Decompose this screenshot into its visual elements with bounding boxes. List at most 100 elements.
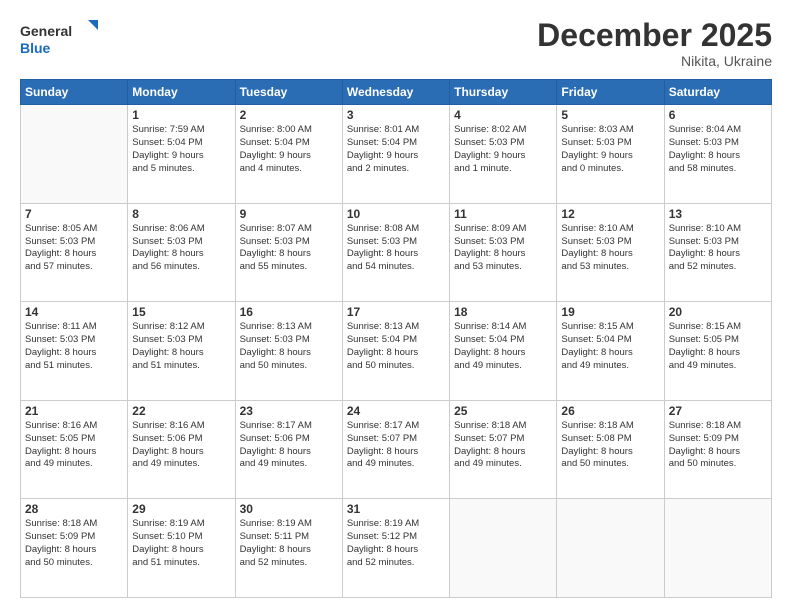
calendar-table: SundayMondayTuesdayWednesdayThursdayFrid…: [20, 79, 772, 598]
day-info: Sunrise: 8:01 AMSunset: 5:04 PMDaylight:…: [347, 124, 445, 175]
day-info: Sunrise: 8:18 AMSunset: 5:09 PMDaylight:…: [25, 518, 123, 569]
calendar-header-row: SundayMondayTuesdayWednesdayThursdayFrid…: [21, 80, 772, 105]
day-info: Sunrise: 8:14 AMSunset: 5:04 PMDaylight:…: [454, 321, 552, 372]
calendar-cell: 5Sunrise: 8:03 AMSunset: 5:03 PMDaylight…: [557, 105, 664, 204]
week-row-0: 1 Sunrise: 7:59 AMSunset: 5:04 PMDaylight…: [21, 105, 772, 204]
day-info: Sunrise: 8:15 AMSunset: 5:05 PMDaylight:…: [669, 321, 767, 372]
calendar-cell: 15 Sunrise: 8:12 AMSunset: 5:03 PMDayligh…: [128, 302, 235, 401]
day-info: Sunrise: 8:09 AMSunset: 5:03 PMDaylight:…: [454, 223, 552, 274]
calendar-cell: 14 Sunrise: 8:11 AMSunset: 5:03 PMDayligh…: [21, 302, 128, 401]
calendar-cell: 4 Sunrise: 8:02 AMSunset: 5:03 PMDaylight…: [450, 105, 557, 204]
calendar-cell: 8 Sunrise: 8:06 AMSunset: 5:03 PMDaylight…: [128, 203, 235, 302]
day-info: Sunrise: 8:13 AMSunset: 5:03 PMDaylight:…: [240, 321, 338, 372]
day-info: Sunrise: 8:18 AMSunset: 5:09 PMDaylight:…: [669, 420, 767, 471]
day-number: 13: [669, 207, 767, 221]
day-number: 24: [347, 404, 445, 418]
day-info: Sunrise: 8:16 AMSunset: 5:06 PMDaylight:…: [132, 420, 230, 471]
calendar-cell: 20Sunrise: 8:15 AMSunset: 5:05 PMDayligh…: [664, 302, 771, 401]
day-number: 31: [347, 502, 445, 516]
day-number: 23: [240, 404, 338, 418]
calendar-cell: 7Sunrise: 8:05 AMSunset: 5:03 PMDaylight…: [21, 203, 128, 302]
day-number: 3: [347, 108, 445, 122]
col-header-thursday: Thursday: [450, 80, 557, 105]
logo-svg: General Blue: [20, 18, 100, 62]
calendar-cell: [450, 499, 557, 598]
calendar-cell: [664, 499, 771, 598]
day-info: Sunrise: 7:59 AMSunset: 5:04 PMDaylight:…: [132, 124, 230, 175]
day-number: 1: [132, 108, 230, 122]
day-number: 27: [669, 404, 767, 418]
calendar-cell: 18 Sunrise: 8:14 AMSunset: 5:04 PMDayligh…: [450, 302, 557, 401]
col-header-sunday: Sunday: [21, 80, 128, 105]
calendar-cell: 23 Sunrise: 8:17 AMSunset: 5:06 PMDayligh…: [235, 400, 342, 499]
day-number: 30: [240, 502, 338, 516]
calendar-cell: 26 Sunrise: 8:18 AMSunset: 5:08 PMDayligh…: [557, 400, 664, 499]
day-number: 7: [25, 207, 123, 221]
day-info: Sunrise: 8:17 AMSunset: 5:06 PMDaylight:…: [240, 420, 338, 471]
day-info: Sunrise: 8:00 AMSunset: 5:04 PMDaylight:…: [240, 124, 338, 175]
calendar-cell: 28 Sunrise: 8:18 AMSunset: 5:09 PMDayligh…: [21, 499, 128, 598]
day-number: 21: [25, 404, 123, 418]
day-number: 14: [25, 305, 123, 319]
day-info: Sunrise: 8:19 AMSunset: 5:10 PMDaylight:…: [132, 518, 230, 569]
col-header-saturday: Saturday: [664, 80, 771, 105]
day-info: Sunrise: 8:04 AMSunset: 5:03 PMDaylight:…: [669, 124, 767, 175]
calendar-cell: 17Sunrise: 8:13 AMSunset: 5:04 PMDayligh…: [342, 302, 449, 401]
day-info: Sunrise: 8:19 AMSunset: 5:12 PMDaylight:…: [347, 518, 445, 569]
day-number: 15: [132, 305, 230, 319]
calendar-cell: 21Sunrise: 8:16 AMSunset: 5:05 PMDayligh…: [21, 400, 128, 499]
day-info: Sunrise: 8:11 AMSunset: 5:03 PMDaylight:…: [25, 321, 123, 372]
calendar-cell: 29 Sunrise: 8:19 AMSunset: 5:10 PMDayligh…: [128, 499, 235, 598]
calendar-cell: 2 Sunrise: 8:00 AMSunset: 5:04 PMDaylight…: [235, 105, 342, 204]
calendar-cell: 12 Sunrise: 8:10 AMSunset: 5:03 PMDayligh…: [557, 203, 664, 302]
day-info: Sunrise: 8:13 AMSunset: 5:04 PMDaylight:…: [347, 321, 445, 372]
day-info: Sunrise: 8:02 AMSunset: 5:03 PMDaylight:…: [454, 124, 552, 175]
calendar-cell: 11 Sunrise: 8:09 AMSunset: 5:03 PMDayligh…: [450, 203, 557, 302]
day-number: 4: [454, 108, 552, 122]
calendar-cell: 6Sunrise: 8:04 AMSunset: 5:03 PMDaylight…: [664, 105, 771, 204]
title-area: December 2025 Nikita, Ukraine: [537, 18, 772, 69]
day-number: 18: [454, 305, 552, 319]
day-number: 12: [561, 207, 659, 221]
day-info: Sunrise: 8:18 AMSunset: 5:08 PMDaylight:…: [561, 420, 659, 471]
col-header-tuesday: Tuesday: [235, 80, 342, 105]
day-info: Sunrise: 8:17 AMSunset: 5:07 PMDaylight:…: [347, 420, 445, 471]
day-number: 19: [561, 305, 659, 319]
day-info: Sunrise: 8:06 AMSunset: 5:03 PMDaylight:…: [132, 223, 230, 274]
location-subtitle: Nikita, Ukraine: [537, 53, 772, 69]
day-info: Sunrise: 8:15 AMSunset: 5:04 PMDaylight:…: [561, 321, 659, 372]
calendar-cell: 19 Sunrise: 8:15 AMSunset: 5:04 PMDayligh…: [557, 302, 664, 401]
day-number: 29: [132, 502, 230, 516]
calendar-cell: 3 Sunrise: 8:01 AMSunset: 5:04 PMDaylight…: [342, 105, 449, 204]
day-number: 8: [132, 207, 230, 221]
day-number: 26: [561, 404, 659, 418]
logo: General Blue: [20, 18, 100, 62]
day-info: Sunrise: 8:08 AMSunset: 5:03 PMDaylight:…: [347, 223, 445, 274]
calendar-cell: 27 Sunrise: 8:18 AMSunset: 5:09 PMDayligh…: [664, 400, 771, 499]
day-info: Sunrise: 8:03 AMSunset: 5:03 PMDaylight:…: [561, 124, 659, 175]
day-number: 11: [454, 207, 552, 221]
day-info: Sunrise: 8:18 AMSunset: 5:07 PMDaylight:…: [454, 420, 552, 471]
week-row-3: 21Sunrise: 8:16 AMSunset: 5:05 PMDayligh…: [21, 400, 772, 499]
day-number: 2: [240, 108, 338, 122]
calendar-cell: [21, 105, 128, 204]
day-info: Sunrise: 8:10 AMSunset: 5:03 PMDaylight:…: [669, 223, 767, 274]
calendar-cell: 30Sunrise: 8:19 AMSunset: 5:11 PMDayligh…: [235, 499, 342, 598]
day-number: 16: [240, 305, 338, 319]
calendar-cell: 24 Sunrise: 8:17 AMSunset: 5:07 PMDayligh…: [342, 400, 449, 499]
calendar-cell: 22Sunrise: 8:16 AMSunset: 5:06 PMDayligh…: [128, 400, 235, 499]
month-title: December 2025: [537, 18, 772, 53]
week-row-4: 28 Sunrise: 8:18 AMSunset: 5:09 PMDayligh…: [21, 499, 772, 598]
day-info: Sunrise: 8:12 AMSunset: 5:03 PMDaylight:…: [132, 321, 230, 372]
calendar-cell: 10Sunrise: 8:08 AMSunset: 5:03 PMDayligh…: [342, 203, 449, 302]
week-row-2: 14 Sunrise: 8:11 AMSunset: 5:03 PMDayligh…: [21, 302, 772, 401]
day-number: 25: [454, 404, 552, 418]
page: General Blue December 2025 Nikita, Ukrai…: [0, 0, 792, 612]
day-number: 28: [25, 502, 123, 516]
week-row-1: 7Sunrise: 8:05 AMSunset: 5:03 PMDaylight…: [21, 203, 772, 302]
calendar-cell: 31 Sunrise: 8:19 AMSunset: 5:12 PMDayligh…: [342, 499, 449, 598]
svg-text:Blue: Blue: [20, 40, 51, 56]
day-info: Sunrise: 8:10 AMSunset: 5:03 PMDaylight:…: [561, 223, 659, 274]
day-number: 9: [240, 207, 338, 221]
calendar-cell: 1 Sunrise: 7:59 AMSunset: 5:04 PMDaylight…: [128, 105, 235, 204]
